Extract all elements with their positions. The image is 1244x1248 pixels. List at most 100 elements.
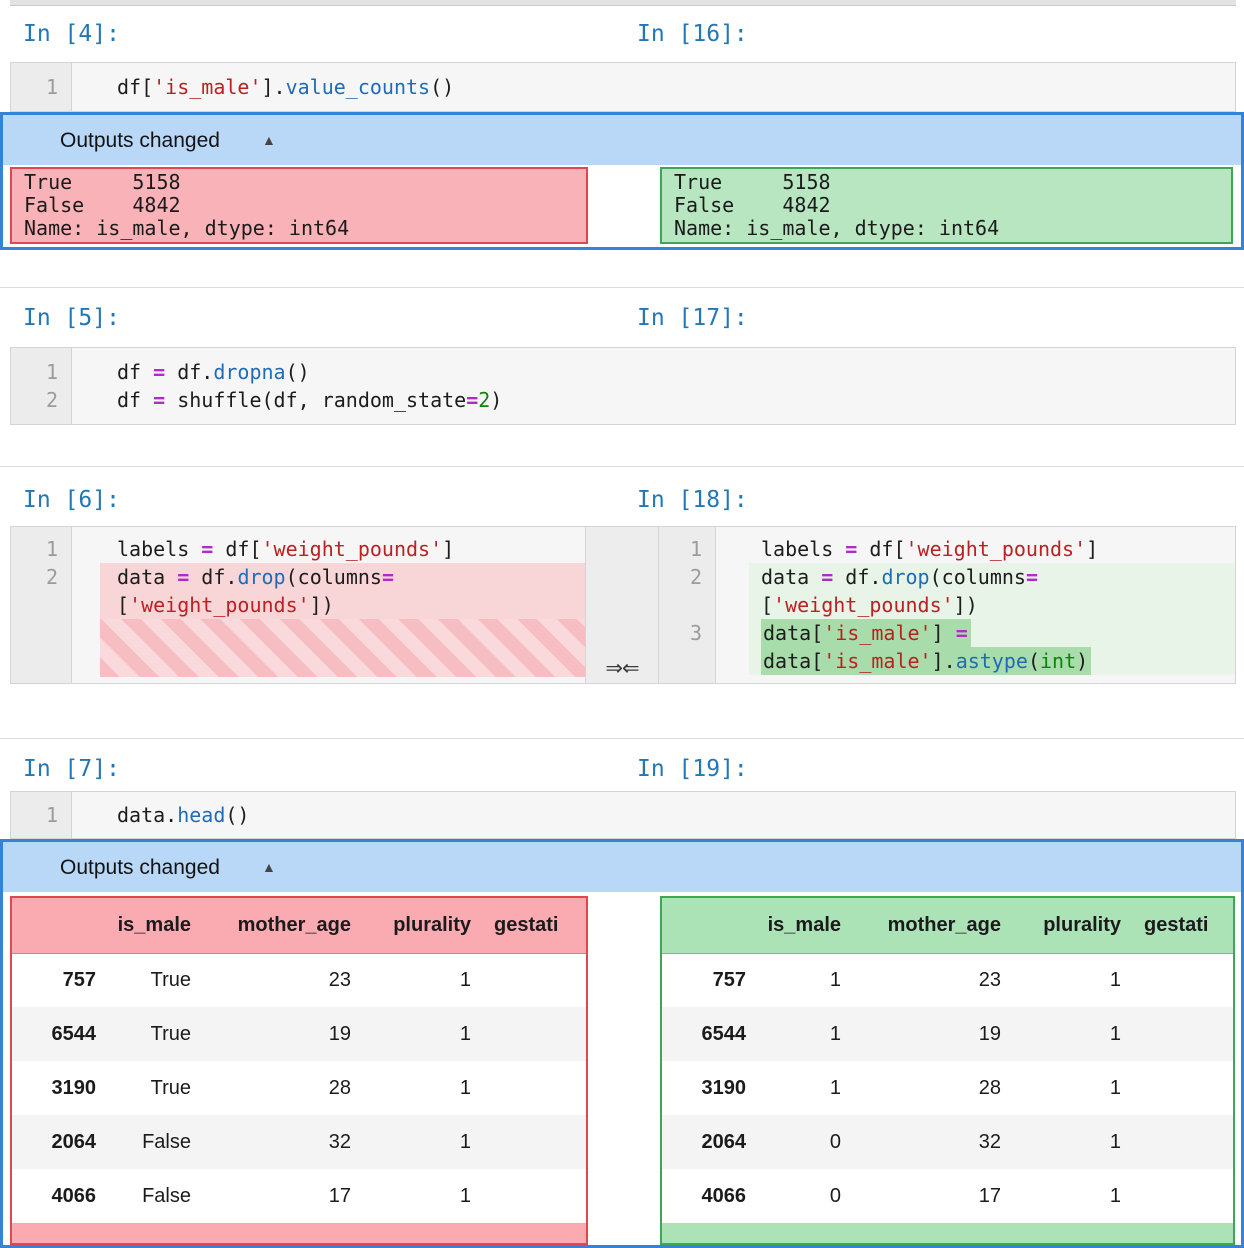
table-row: 65441191	[662, 1007, 1235, 1061]
code-line: df = shuffle(df, random_state=2)	[117, 386, 1235, 414]
table-cell: 23	[202, 953, 362, 1007]
code-area[interactable]: df = df.dropna()df = shuffle(df, random_…	[72, 348, 1235, 424]
dataframe-table-old: is_malemother_agepluralitygestati757True…	[10, 896, 588, 1245]
table-footer-strip	[662, 1223, 1233, 1243]
prompt-in-16: In [16]:	[637, 19, 748, 49]
column-header: is_male	[107, 898, 202, 953]
prompt-in-17: In [17]:	[637, 303, 748, 333]
table-row: 3190True281	[12, 1061, 588, 1115]
table-cell: 17	[202, 1169, 362, 1223]
row-index: 3190	[662, 1061, 757, 1115]
code-editor-cell-7[interactable]: 1data.head()	[10, 791, 1236, 839]
column-header	[12, 898, 107, 953]
outputs-changed-banner-1[interactable]: Outputs changed ▲	[3, 115, 1241, 165]
table-row: 7571231	[662, 953, 1235, 1007]
table-row: 40660171	[662, 1169, 1235, 1223]
line-number: 1	[11, 535, 71, 563]
cell-divider	[0, 287, 1244, 288]
prompt-in-18: In [18]:	[637, 485, 748, 515]
code-area[interactable]: labels = df['weight_pounds']data = df.dr…	[716, 527, 1235, 683]
collapse-triangle-icon[interactable]: ▲	[262, 132, 276, 148]
table-cell-clipped	[482, 1007, 588, 1061]
row-index: 2064	[662, 1115, 757, 1169]
table-cell: 17	[852, 1169, 1012, 1223]
added-text-highlight: data['is_male'].astype(int)	[761, 647, 1091, 675]
column-header: mother_age	[202, 898, 362, 953]
outputs-changed-banner-2[interactable]: Outputs changed ▲	[3, 842, 1241, 892]
outputs-changed-label: Outputs changed	[60, 129, 220, 152]
code-editor-cell-4[interactable]: 1df['is_male'].value_counts()	[10, 62, 1236, 112]
prompt-in-19: In [19]:	[637, 754, 748, 784]
table-row: 20640321	[662, 1115, 1235, 1169]
line-number-gutter: 123	[659, 527, 716, 683]
line-number: 3	[659, 619, 715, 647]
table-cell: 1	[362, 1007, 482, 1061]
prompt-in-7: In [7]:	[23, 754, 120, 784]
prompt-row-3: In [6]: In [18]:	[0, 485, 1244, 515]
output-compare-row-2: is_malemother_agepluralitygestati757True…	[3, 892, 1241, 1245]
source-diff-split: 12labels = df['weight_pounds']data = df.…	[10, 526, 1236, 684]
output-compare-row-1: True 5158 False 4842 Name: is_male, dtyp…	[3, 165, 1241, 247]
outputs-changed-label: Outputs changed	[60, 856, 220, 879]
added-text-highlight: data['is_male'] =	[761, 619, 971, 647]
line-number-gutter: 12	[11, 348, 72, 424]
prompt-row-4: In [7]: In [19]:	[0, 754, 1244, 784]
output-old-value-counts: True 5158 False 4842 Name: is_male, dtyp…	[10, 167, 588, 244]
column-header: mother_age	[852, 898, 1012, 953]
line-number: 1	[11, 358, 71, 386]
table-row: 2064False321	[12, 1115, 588, 1169]
outputs-diff-2: Outputs changed▲ is_malemother_ageplural…	[0, 839, 1244, 1248]
row-index: 4066	[12, 1169, 107, 1223]
table-cell-clipped	[1132, 1007, 1235, 1061]
table-cell-clipped	[1132, 1115, 1235, 1169]
table-cell: 1	[1012, 1061, 1132, 1115]
code-editor-cell-5[interactable]: 12df = df.dropna()df = shuffle(df, rando…	[10, 347, 1236, 425]
table-cell: 1	[362, 953, 482, 1007]
outputs-diff-1: Outputs changed ▲ True 5158 False 4842 Na…	[0, 112, 1244, 250]
line-number	[659, 591, 715, 619]
table-cell-clipped	[482, 953, 588, 1007]
table-row: 31901281	[662, 1061, 1235, 1115]
collapse-triangle-icon[interactable]: ▲	[262, 859, 276, 875]
table-cell-clipped	[1132, 1061, 1235, 1115]
row-index: 6544	[12, 1007, 107, 1061]
line-number: 2	[11, 386, 71, 414]
table-cell: 1	[757, 1007, 852, 1061]
code-line: df['is_male'].value_counts()	[117, 73, 1235, 101]
code-area[interactable]: labels = df['weight_pounds']data = df.dr…	[72, 527, 585, 683]
code-editor-cell-6-old[interactable]: 12labels = df['weight_pounds']data = df.…	[10, 526, 586, 684]
row-index: 4066	[662, 1169, 757, 1223]
code-area[interactable]: df['is_male'].value_counts()	[72, 63, 1235, 111]
column-header: plurality	[1012, 898, 1132, 953]
code-line: ['weight_pounds'])	[100, 591, 585, 619]
table-cell: 0	[757, 1115, 852, 1169]
table-cell: 28	[852, 1061, 1012, 1115]
table-row: 4066False171	[12, 1169, 588, 1223]
code-area[interactable]: data.head()	[72, 792, 1235, 838]
line-number	[659, 647, 715, 675]
table-cell-clipped	[1132, 1169, 1235, 1223]
code-line: data['is_male'].astype(int)	[749, 647, 1235, 675]
code-line: data.head()	[117, 801, 1235, 829]
table-cell-clipped	[482, 1061, 588, 1115]
table-cell: True	[107, 953, 202, 1007]
code-line: data['is_male'] =	[749, 619, 1235, 647]
previous-cell-editor-edge	[10, 0, 1236, 6]
dataframe-table: is_malemother_agepluralitygestati7571231…	[662, 898, 1235, 1223]
table-cell: 19	[852, 1007, 1012, 1061]
table-cell: 1	[362, 1115, 482, 1169]
line-number	[11, 591, 71, 619]
merge-collapse-icon[interactable]: ⇒⇐	[605, 656, 638, 680]
table-cell: 1	[1012, 1169, 1132, 1223]
table-header-row: is_malemother_agepluralitygestati	[12, 898, 588, 953]
table-cell-clipped	[1132, 953, 1235, 1007]
removed-lines-stripes	[100, 619, 585, 677]
table-cell: 1	[757, 953, 852, 1007]
table-cell: False	[107, 1115, 202, 1169]
column-header: plurality	[362, 898, 482, 953]
table-cell: True	[107, 1061, 202, 1115]
code-editor-cell-18-new[interactable]: 123labels = df['weight_pounds']data = df…	[658, 526, 1236, 684]
output-new-value-counts: True 5158 False 4842 Name: is_male, dtyp…	[660, 167, 1233, 244]
line-number-gutter: 12	[11, 527, 72, 683]
code-line: df = df.dropna()	[117, 358, 1235, 386]
